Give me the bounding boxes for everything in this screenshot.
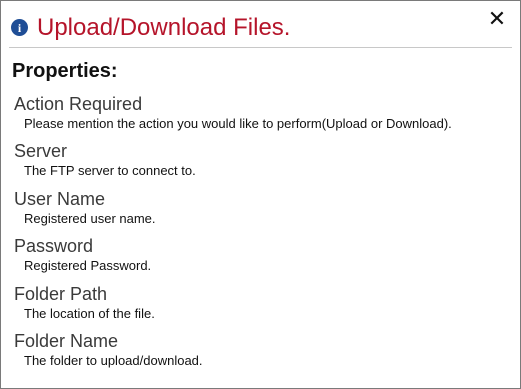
property-password: Password Registered Password.: [14, 235, 514, 282]
dialog-title: Upload/Download Files.: [37, 14, 291, 41]
close-button[interactable]: ✕: [486, 7, 508, 31]
property-name: Folder Path: [14, 283, 108, 304]
property-description: Registered Password.: [24, 258, 152, 274]
property-name: Folder Name: [14, 330, 119, 351]
property-name: Action Required: [14, 94, 143, 114]
property-user-name: User Name Registered user name.: [14, 188, 514, 235]
property-folder-name: Folder Name The folder to upload/downloa…: [14, 330, 514, 377]
property-folder-path: Folder Path The location of the file.: [14, 283, 514, 330]
dialog-header: i Upload/Download Files. ✕: [1, 1, 520, 49]
property-description: The folder to upload/download.: [24, 352, 203, 368]
properties-list: Action Required Please mention the actio…: [14, 93, 514, 377]
info-icon: i: [11, 19, 28, 36]
property-name: Server: [14, 141, 68, 162]
property-server: Server The FTP server to connect to.: [14, 140, 514, 187]
property-name: User Name: [14, 188, 106, 209]
header-divider: [9, 47, 512, 48]
property-name: Password: [14, 236, 94, 257]
property-description: Registered user name.: [24, 210, 156, 226]
property-description: Please mention the action you would like…: [24, 116, 452, 131]
property-description: The FTP server to connect to.: [24, 163, 196, 179]
properties-dialog: i Upload/Download Files. ✕ Properties: A…: [0, 0, 521, 389]
property-description: The location of the file.: [24, 305, 155, 321]
property-action-required: Action Required Please mention the actio…: [14, 93, 514, 140]
properties-heading: Properties:: [12, 60, 118, 82]
